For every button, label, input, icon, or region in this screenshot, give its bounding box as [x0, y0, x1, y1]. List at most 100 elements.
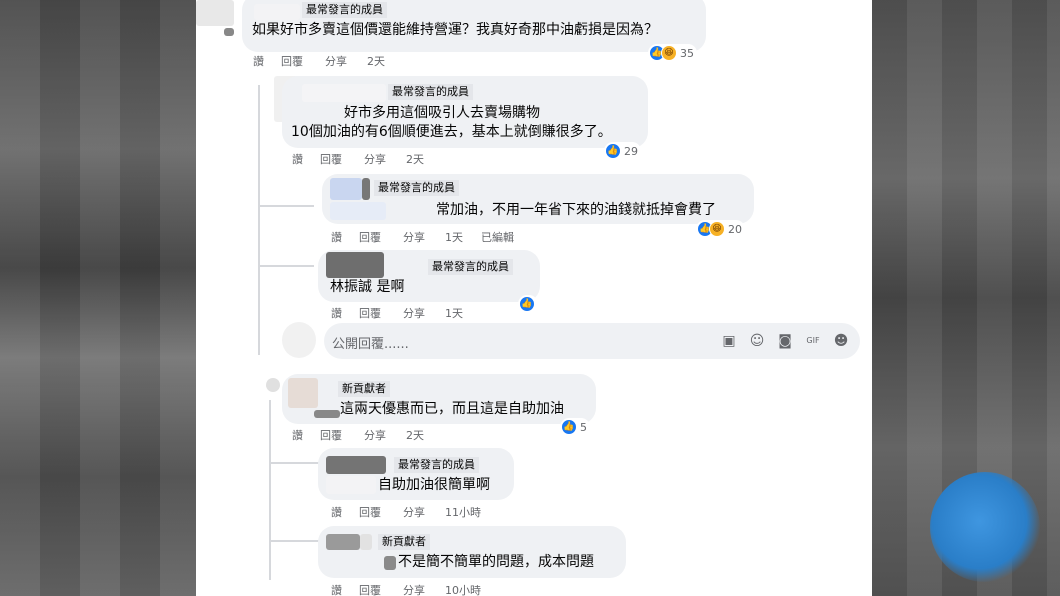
gif-icon[interactable]: GIF	[804, 332, 822, 350]
timestamp[interactable]: 2天	[367, 55, 385, 69]
timestamp[interactable]: 1天	[445, 307, 463, 321]
like-icon: 👍	[519, 296, 535, 312]
like-link[interactable]: 讚	[292, 153, 320, 167]
member-badge: 最常發言的成員	[302, 2, 387, 18]
timestamp[interactable]: 11小時	[445, 506, 481, 520]
redacted-name	[314, 410, 340, 418]
comment-bubble: 新貢獻者 不是簡不簡單的問題，成本問題	[318, 526, 626, 578]
redacted-avatar[interactable]	[326, 456, 386, 474]
sticker-icon[interactable]: ▣	[720, 332, 738, 350]
reply-link[interactable]: 回覆	[359, 307, 403, 321]
comment-text: 不是簡不簡單的問題，成本問題	[398, 554, 594, 570]
mention-link[interactable]: 林振誠	[330, 279, 372, 295]
share-link[interactable]: 分享	[403, 584, 445, 596]
avatar-badge	[224, 28, 234, 36]
redacted-avatar[interactable]	[330, 178, 362, 200]
like-link[interactable]: 讚	[253, 55, 281, 69]
comment-bubble: 最常發言的成員 林振誠 是啊	[318, 250, 540, 302]
share-link[interactable]: 分享	[403, 307, 445, 321]
floating-blue-button-blur	[930, 472, 1040, 582]
member-badge: 最常發言的成員	[428, 259, 513, 275]
reply-link[interactable]: 回覆	[320, 429, 364, 443]
thread-connector	[269, 540, 319, 542]
comment-text: 林振誠 是啊	[330, 279, 405, 295]
thread-connector	[258, 205, 314, 207]
member-badge: 最常發言的成員	[388, 84, 473, 100]
reaction-summary[interactable]: 👍 29	[604, 142, 641, 160]
reply-link[interactable]: 回覆	[320, 153, 364, 167]
timestamp[interactable]: 2天	[406, 429, 424, 443]
member-badge: 最常發言的成員	[394, 457, 479, 473]
like-link[interactable]: 讚	[331, 307, 359, 321]
reply-placeholder: 公開回覆......	[332, 337, 409, 352]
redacted-avatar	[362, 178, 370, 200]
comment-text-line2: 10個加油的有6個順便進去，基本上就倒賺很多了。	[291, 124, 612, 140]
comment-thread-panel: 最常發言的成員 如果好市多賣這個價還能維持營運？我真好奇那中油虧損是因為？ 👍 😆…	[196, 0, 872, 596]
thread-line	[269, 400, 271, 580]
reply-input[interactable]: 公開回覆...... ▣ ☺ ◙ GIF ☻	[324, 323, 860, 359]
like-icon: 👍	[605, 143, 621, 159]
comment-text: 自助加油很簡單啊	[378, 477, 490, 493]
like-link[interactable]: 讚	[331, 231, 359, 245]
haha-icon: 😆	[661, 45, 677, 61]
thread-connector	[269, 462, 319, 464]
redacted-name	[302, 84, 386, 102]
like-link[interactable]: 讚	[331, 584, 359, 596]
timestamp[interactable]: 10小時	[445, 584, 481, 596]
reply-link[interactable]: 回覆	[359, 584, 403, 596]
like-icon: 👍	[561, 419, 577, 435]
reply-link[interactable]: 回覆	[359, 231, 403, 245]
avatar-sticker-icon[interactable]: ☻	[832, 332, 850, 350]
timestamp[interactable]: 1天	[445, 231, 481, 245]
share-link[interactable]: 分享	[364, 429, 406, 443]
redacted-avatar[interactable]	[326, 534, 360, 550]
share-link[interactable]: 分享	[403, 231, 445, 245]
comment-bubble: 最常發言的成員 好市多用這個吸引人去賣場購物 10個加油的有6個順便進去，基本上…	[282, 76, 648, 148]
reaction-summary[interactable]: 👍	[518, 295, 538, 313]
comment-text: 如果好市多賣這個價還能維持營運？我真好奇那中油虧損是因為？	[252, 22, 658, 38]
comment-actions: 讚回覆 分享 2天	[292, 153, 424, 167]
reaction-summary[interactable]: 👍 😆 35	[648, 44, 697, 62]
thread-connector	[258, 265, 314, 267]
comment-actions: 讚回覆 分享 2天	[253, 55, 385, 69]
comment-bubble: 最常發言的成員 如果好市多賣這個價還能維持營運？我真好奇那中油虧損是因為？	[242, 0, 706, 52]
comment-actions: 讚回覆 分享 11小時	[331, 506, 481, 520]
redacted-name	[330, 202, 386, 220]
share-link[interactable]: 分享	[364, 153, 406, 167]
redacted-avatar	[360, 534, 372, 550]
haha-icon: 😆	[709, 221, 725, 237]
comment-actions: 讚回覆 分享 1天 已編輯	[331, 231, 514, 245]
comment-actions: 讚回覆 分享 10小時	[331, 584, 481, 596]
like-link[interactable]: 讚	[292, 429, 320, 443]
avatar[interactable]	[266, 378, 280, 392]
thread-line	[258, 85, 260, 355]
timestamp[interactable]: 2天	[406, 153, 424, 167]
redacted-name	[254, 4, 300, 20]
comment-bubble: 最常發言的成員 常加油，不用一年省下來的油錢就抵掉會費了	[322, 174, 754, 224]
contributor-badge: 新貢獻者	[378, 534, 430, 550]
reaction-summary[interactable]: 👍 😆 20	[696, 220, 745, 238]
blurred-background-left	[0, 0, 196, 596]
contributor-badge: 新貢獻者	[338, 381, 390, 397]
like-link[interactable]: 讚	[331, 506, 359, 520]
reply-link[interactable]: 回覆	[281, 55, 325, 69]
comment-text: 這兩天優惠而已，而且這是自助加油	[340, 401, 564, 417]
avatar[interactable]	[196, 0, 234, 26]
comment-actions: 讚回覆 分享 1天	[331, 307, 463, 321]
comment-bubble: 最常發言的成員 自助加油很簡單啊	[318, 448, 514, 500]
comment-text-line1: 好市多用這個吸引人去賣場購物	[344, 105, 540, 121]
emoji-icon[interactable]: ☺	[748, 332, 766, 350]
comment-text: 常加油，不用一年省下來的油錢就抵掉會費了	[436, 202, 716, 218]
redacted-avatar[interactable]	[326, 252, 384, 278]
reply-link[interactable]: 回覆	[359, 506, 403, 520]
camera-icon[interactable]: ◙	[776, 332, 794, 350]
member-badge: 最常發言的成員	[374, 180, 459, 196]
share-link[interactable]: 分享	[403, 506, 445, 520]
reaction-summary[interactable]: 👍 5	[560, 418, 590, 436]
redacted-avatar[interactable]	[288, 378, 318, 408]
my-avatar	[282, 322, 316, 358]
comment-actions: 讚回覆 分享 2天	[292, 429, 424, 443]
comment-bubble: 新貢獻者 這兩天優惠而已，而且這是自助加油	[282, 374, 596, 424]
redacted-name	[384, 556, 396, 570]
share-link[interactable]: 分享	[325, 55, 367, 69]
